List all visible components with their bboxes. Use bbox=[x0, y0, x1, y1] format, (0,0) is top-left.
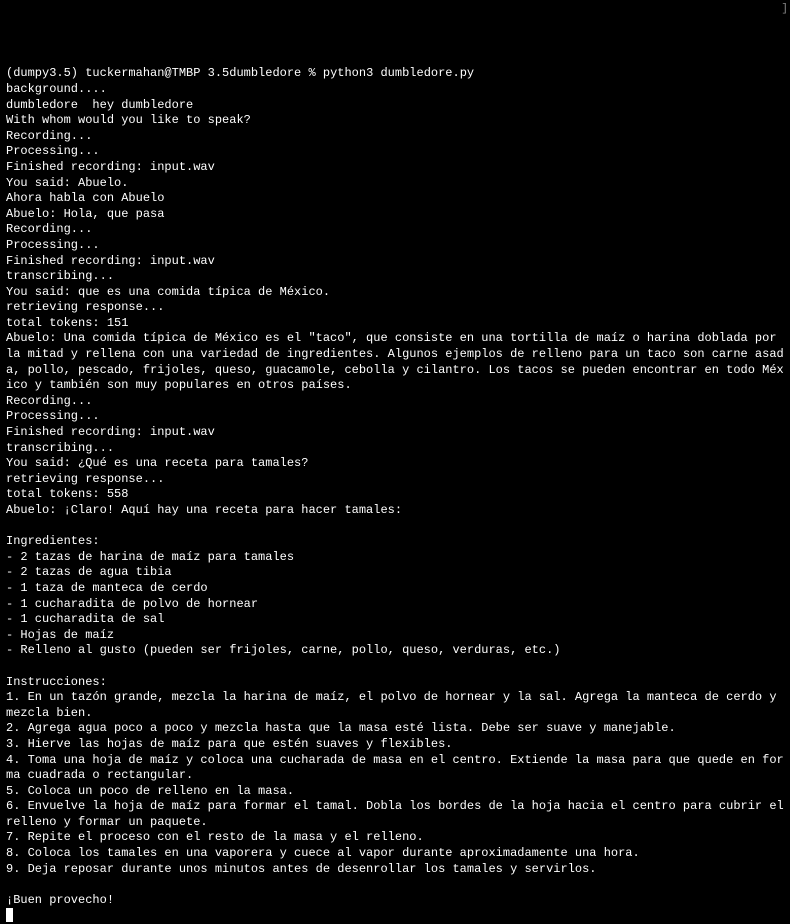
output-line: Recording... bbox=[6, 222, 92, 236]
output-line: - Hojas de maíz bbox=[6, 628, 114, 642]
output-line: Instrucciones: bbox=[6, 675, 107, 689]
output-line: - 1 cucharadita de polvo de hornear bbox=[6, 597, 258, 611]
user-host: tuckermahan@TMBP bbox=[85, 66, 200, 80]
output-line: 5. Coloca un poco de relleno en la masa. bbox=[6, 784, 294, 798]
output-line: 7. Repite el proceso con el resto de la … bbox=[6, 830, 424, 844]
output-line: transcribing... bbox=[6, 269, 114, 283]
output-line: Abuelo: Una comida típica de México es e… bbox=[6, 331, 784, 392]
output-line: - 2 tazas de agua tibia bbox=[6, 565, 172, 579]
output-line: Abuelo: Hola, que pasa bbox=[6, 207, 164, 221]
venv-name: (dumpy3.5) bbox=[6, 66, 78, 80]
output-line: You said: ¿Qué es una receta para tamale… bbox=[6, 456, 308, 470]
output-line: - 1 cucharadita de sal bbox=[6, 612, 164, 626]
output-line: Finished recording: input.wav bbox=[6, 254, 215, 268]
output-line: You said: Abuelo. bbox=[6, 176, 128, 190]
prompt-symbol: % bbox=[308, 66, 315, 80]
output-line: Processing... bbox=[6, 409, 100, 423]
output-line: Finished recording: input.wav bbox=[6, 160, 215, 174]
output-line: Abuelo: ¡Claro! Aquí hay una receta para… bbox=[6, 503, 402, 517]
output-line: - Relleno al gusto (pueden ser frijoles,… bbox=[6, 643, 561, 657]
output-line: retrieving response... bbox=[6, 472, 164, 486]
output-line: Processing... bbox=[6, 238, 100, 252]
output-line: - 2 tazas de harina de maíz para tamales bbox=[6, 550, 294, 564]
output-line: background.... bbox=[6, 82, 107, 96]
output-line: ¡Buen provecho! bbox=[6, 893, 114, 907]
shell-prompt: (dumpy3.5) tuckermahan@TMBP 3.5dumbledor… bbox=[6, 66, 474, 80]
output-line: Recording... bbox=[6, 394, 92, 408]
output-line: Ingredientes: bbox=[6, 534, 100, 548]
output-line: 9. Deja reposar durante unos minutos ant… bbox=[6, 862, 597, 876]
output-line: dumbledore hey dumbledore bbox=[6, 98, 193, 112]
output-line: total tokens: 558 bbox=[6, 487, 128, 501]
output-line: 8. Coloca los tamales en una vaporera y … bbox=[6, 846, 640, 860]
output-line: With whom would you like to speak? bbox=[6, 113, 251, 127]
output-line: - 1 taza de manteca de cerdo bbox=[6, 581, 208, 595]
output-line: retrieving response... bbox=[6, 300, 164, 314]
output-line: You said: que es una comida típica de Mé… bbox=[6, 285, 330, 299]
output-line: transcribing... bbox=[6, 441, 114, 455]
output-line: 3. Hierve las hojas de maíz para que est… bbox=[6, 737, 452, 751]
terminal-cursor bbox=[6, 908, 13, 922]
output-line: Ahora habla con Abuelo bbox=[6, 191, 164, 205]
output-line: Finished recording: input.wav bbox=[6, 425, 215, 439]
terminal-output[interactable]: ](dumpy3.5) tuckermahan@TMBP 3.5dumbledo… bbox=[6, 66, 784, 831]
output-line: Processing... bbox=[6, 144, 100, 158]
output-line: 4. Toma una hoja de maíz y coloca una cu… bbox=[6, 753, 784, 783]
output-line: total tokens: 151 bbox=[6, 316, 128, 330]
output-line: 2. Agrega agua poco a poco y mezcla hast… bbox=[6, 721, 676, 735]
output-line: Recording... bbox=[6, 129, 92, 143]
output-line: 1. En un tazón grande, mezcla la harina … bbox=[6, 690, 784, 720]
cwd: 3.5dumbledore bbox=[208, 66, 302, 80]
scroll-indicator: ] bbox=[781, 2, 788, 16]
output-line: 6. Envuelve la hoja de maíz para formar … bbox=[6, 799, 790, 829]
command-input: python3 dumbledore.py bbox=[323, 66, 474, 80]
